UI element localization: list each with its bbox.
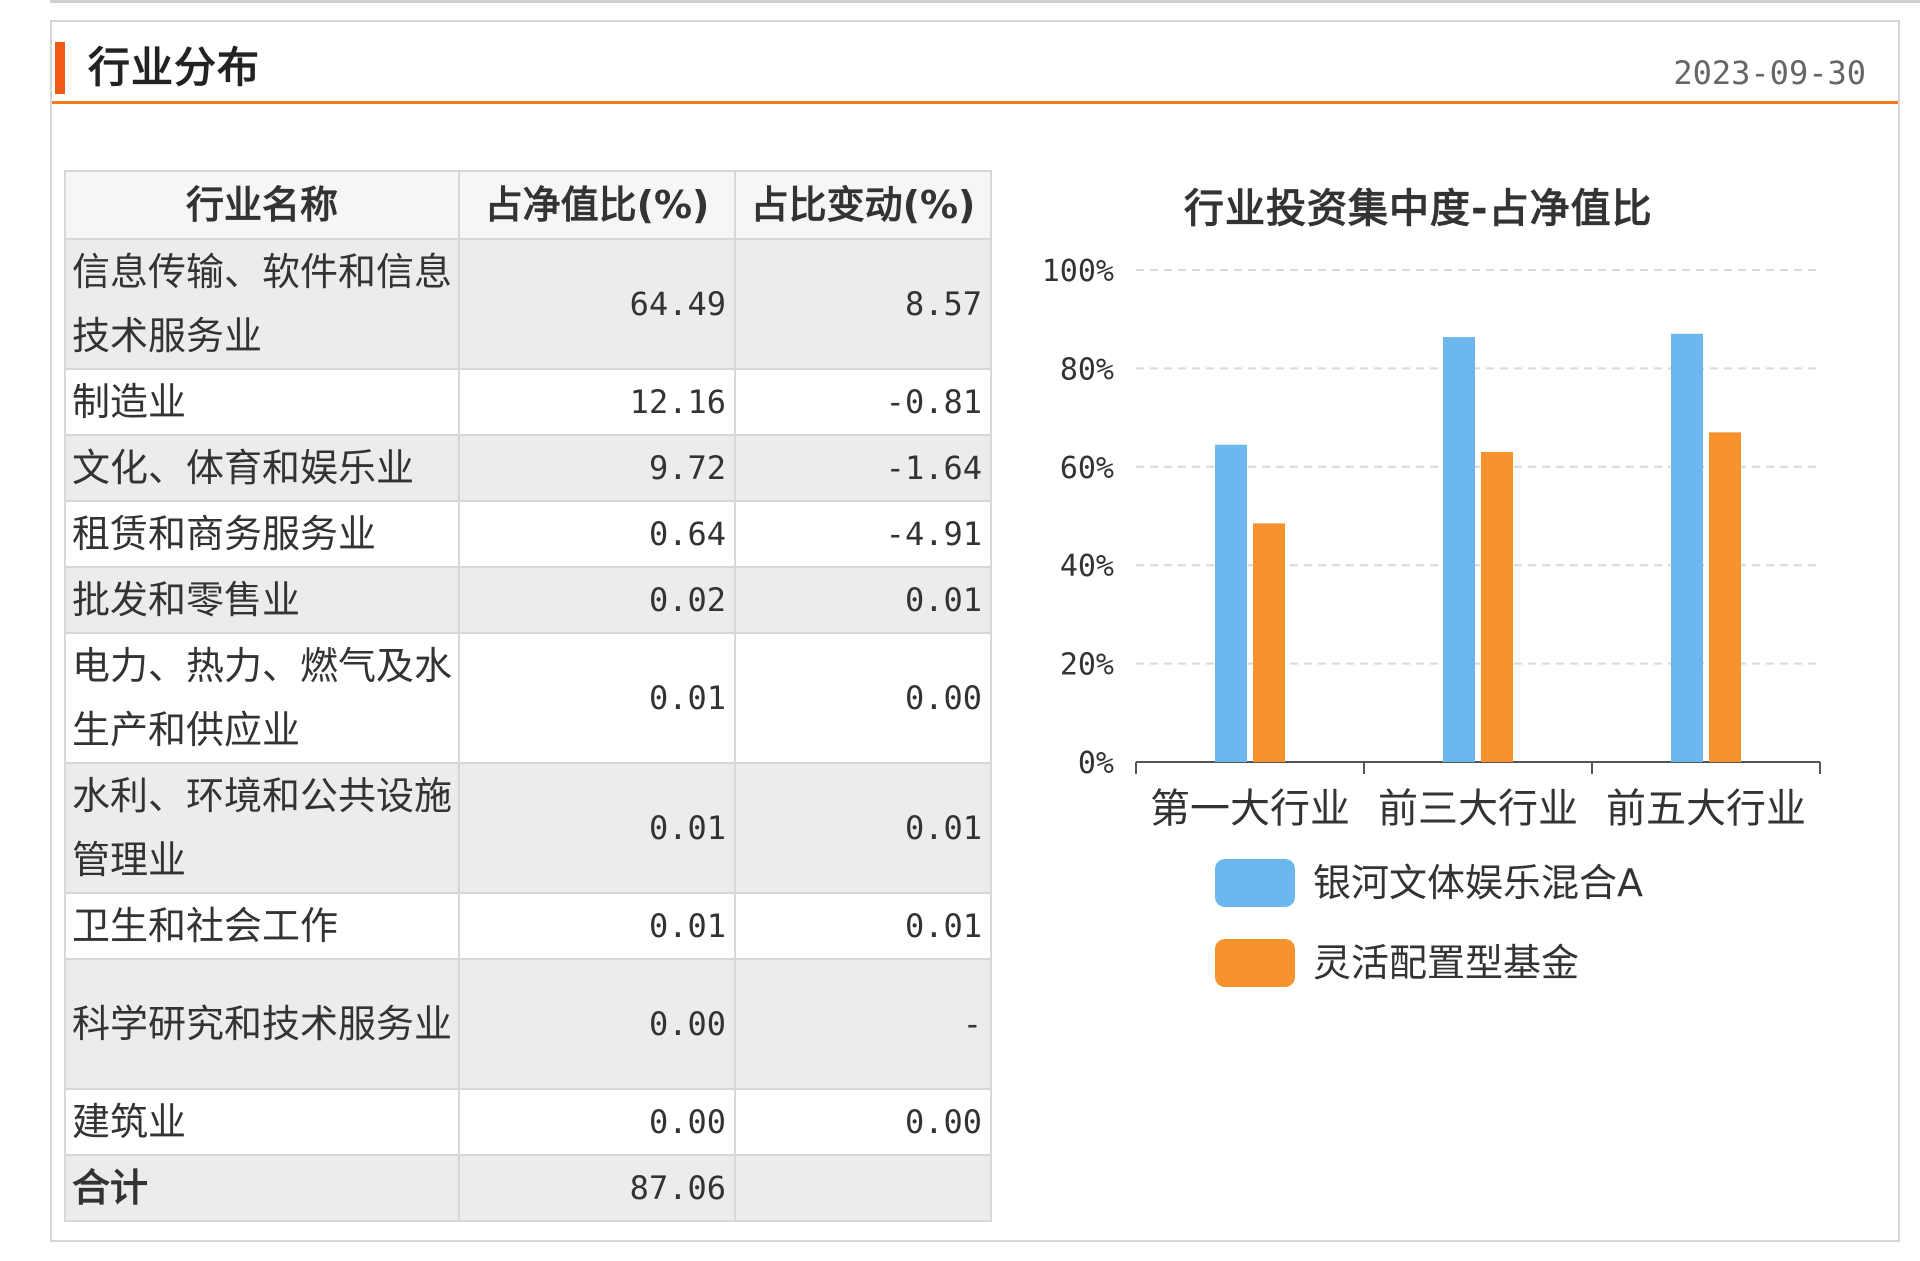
header-ratio-change: 占比变动(%) [734,170,992,240]
table-total-row: 合计 87.06 [64,1154,992,1222]
header-nav-ratio: 占净值比(%) [458,170,736,240]
legend-label-series-a: 银河文体娱乐混合A [1313,861,1643,905]
cell-industry-name: 文化、体育和娱乐业 [64,434,460,502]
cell-industry-name: 批发和零售业 [64,566,460,634]
table-row: 文化、体育和娱乐业 9.72 -1.64 [64,434,992,502]
title-accent-bar [55,42,65,94]
cell-nav-ratio: 64.49 [458,238,736,370]
table-row: 水利、环境和公共设施管理业 0.01 0.01 [64,762,992,894]
cell-total-change [734,1154,992,1222]
cell-nav-ratio: 0.64 [458,500,736,568]
cell-nav-ratio: 0.00 [458,958,736,1090]
x-tick-label: 前三大行业 [1378,786,1578,832]
legend-label-series-b: 灵活配置型基金 [1313,941,1580,985]
cell-nav-ratio: 0.01 [458,762,736,894]
bar-series-a [1671,333,1703,762]
bar-series-b [1709,432,1741,762]
bar-series-b [1253,523,1285,762]
table-row: 科学研究和技术服务业 0.00- [64,958,992,1090]
y-tick-label: 0% [1078,746,1114,781]
cell-industry-name: 租赁和商务服务业 [64,500,460,568]
cell-industry-name: 制造业 [64,368,460,436]
cell-industry-name: 信息传输、软件和信息技术服务业 [64,238,460,370]
table-row: 信息传输、软件和信息技术服务业 64.49 8.57 [64,238,992,370]
cell-ratio-change: -4.91 [734,500,992,568]
cell-ratio-change: - [734,958,992,1090]
bar-series-a [1215,444,1247,762]
cell-industry-name: 科学研究和技术服务业 [64,958,460,1090]
cell-ratio-change: -0.81 [734,368,992,436]
cell-nav-ratio: 0.01 [458,632,736,764]
cell-nav-ratio: 0.00 [458,1088,736,1156]
cell-ratio-change: -1.64 [734,434,992,502]
table-row: 建筑业 0.00 0.00 [64,1088,992,1156]
cell-nav-ratio: 9.72 [458,434,736,502]
cell-nav-ratio: 12.16 [458,368,736,436]
cell-ratio-change: 0.01 [734,762,992,894]
header-industry-name: 行业名称 [64,170,460,240]
report-date: 2023-09-30 [1673,54,1866,92]
y-tick-label: 20% [1060,648,1114,683]
table-row: 制造业 12.16 -0.81 [64,368,992,436]
x-tick-label: 前五大行业 [1606,786,1806,832]
panel-title: 行业分布 [88,43,261,92]
table-row: 租赁和商务服务业 0.64 -4.91 [64,500,992,568]
cell-nav-ratio: 0.02 [458,566,736,634]
legend-swatch-series-a [1215,859,1295,907]
cell-total-label: 合计 [64,1154,460,1222]
y-tick-label: 60% [1060,451,1114,486]
cell-ratio-change: 0.00 [734,1088,992,1156]
cell-industry-name: 建筑业 [64,1088,460,1156]
bar-series-a [1443,337,1475,762]
table-row: 电力、热力、燃气及水生产和供应业 0.01 0.00 [64,632,992,764]
y-tick-label: 80% [1060,352,1114,387]
cell-industry-name: 卫生和社会工作 [64,892,460,960]
table-row: 卫生和社会工作 0.01 0.01 [64,892,992,960]
cell-ratio-change: 0.00 [734,632,992,764]
cell-industry-name: 电力、热力、燃气及水生产和供应业 [64,632,460,764]
panel-header: 行业分布 2023-09-30 [52,22,1898,104]
bar-series-b [1481,452,1513,762]
table-row: 批发和零售业 0.02 0.01 [64,566,992,634]
top-rule [50,0,1920,3]
cell-nav-ratio: 0.01 [458,892,736,960]
cell-ratio-change: 0.01 [734,892,992,960]
concentration-bar-chart: 0% 20% 40% 60% 80% 100% 第一大行业 前三大行业 前五大行业 [1042,254,1821,832]
chart-title: 行业投资集中度-占净值比 [1184,186,1653,232]
cell-ratio-change: 0.01 [734,566,992,634]
cell-industry-name: 水利、环境和公共设施管理业 [64,762,460,894]
y-tick-label: 40% [1060,549,1114,584]
y-tick-label: 100% [1042,254,1114,289]
cell-total-ratio: 87.06 [458,1154,736,1222]
x-tick-label: 第一大行业 [1150,786,1350,832]
legend-swatch-series-b [1215,939,1295,987]
table-header-row: 行业名称 占净值比(%) 占比变动(%) [64,170,992,240]
cell-ratio-change: 8.57 [734,238,992,370]
industry-table: 行业名称 占净值比(%) 占比变动(%) 信息传输、软件和信息技术服务业 64.4… [64,170,992,1222]
